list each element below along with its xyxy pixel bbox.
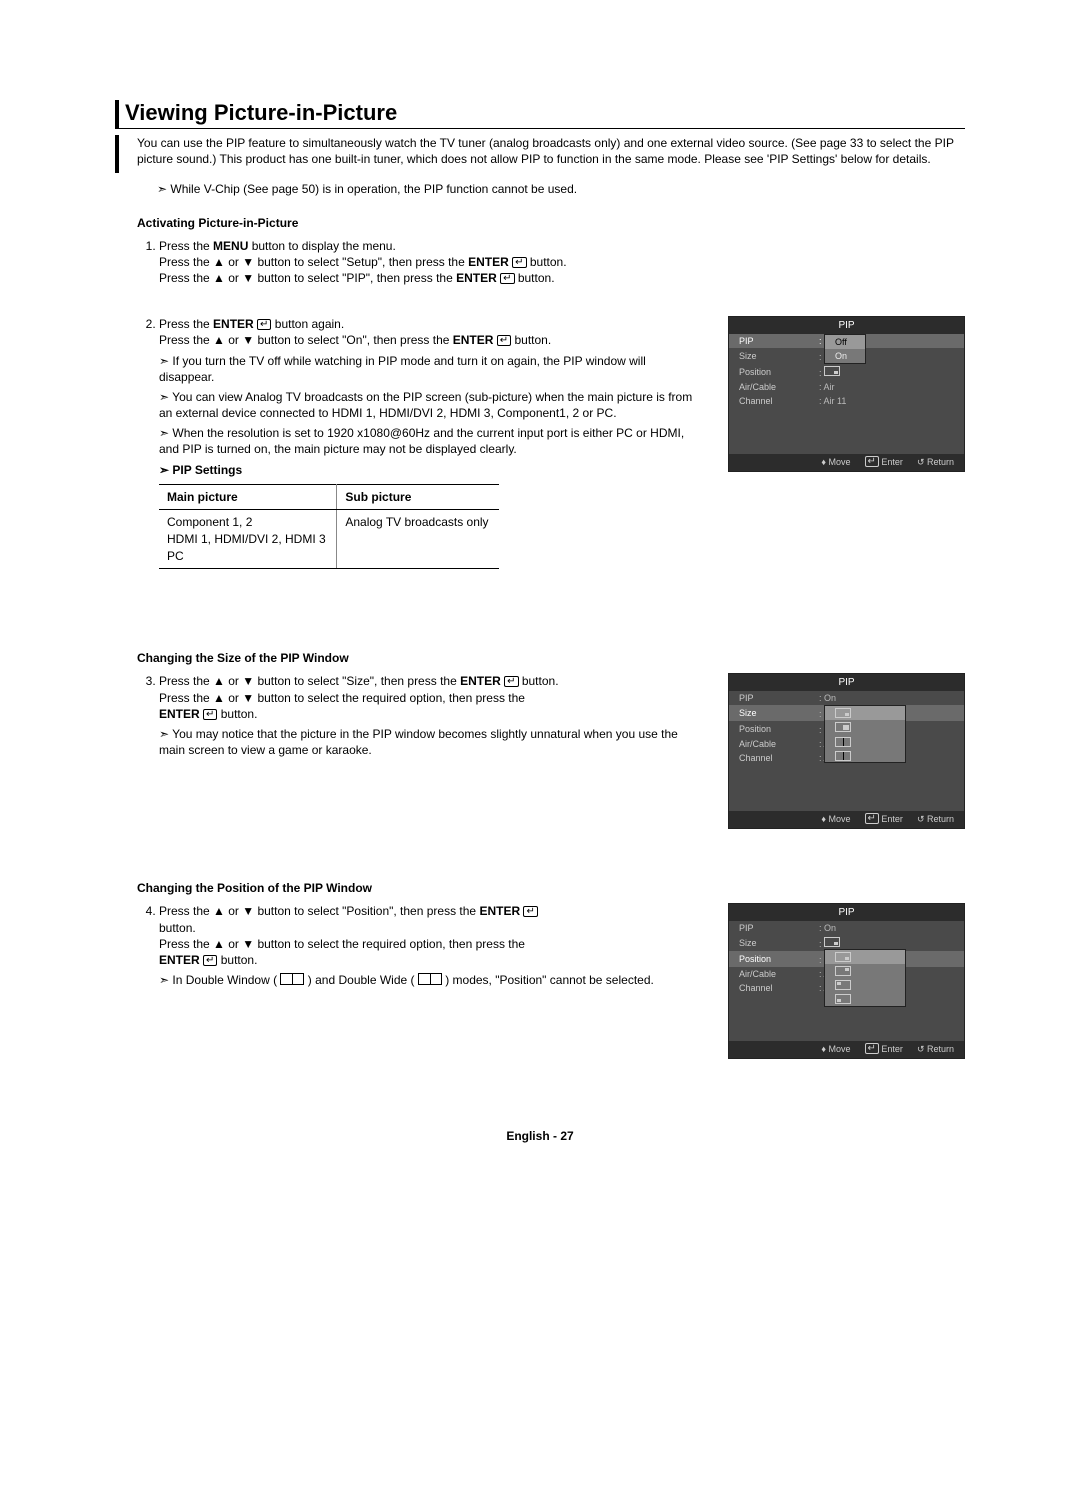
step-4: Press the ▲ or ▼ button to select "Posit… <box>159 903 698 988</box>
enter-icon <box>497 335 511 346</box>
page-title: Viewing Picture-in-Picture <box>125 100 397 126</box>
section-activating: Activating Picture-in-Picture <box>137 216 965 230</box>
double-window-icon <box>280 973 304 985</box>
enter-icon <box>203 709 217 720</box>
step-3: Press the ▲ or ▼ button to select "Size"… <box>159 673 698 758</box>
page-footer: English - 27 <box>115 1129 965 1143</box>
vchip-note: While V-Chip (See page 50) is in operati… <box>157 181 965 197</box>
enter-icon <box>504 676 518 687</box>
osd-pip-onoff: PIP PIP: Off Size: Position: Air/Cable: … <box>728 316 965 472</box>
step-1: Press the MENU button to display the men… <box>159 238 965 287</box>
osd-pip-size: PIP PIP: On Size: Position: Air/Cable: A… <box>728 673 965 829</box>
osd-pip-position: PIP PIP: On Size: Position: Air/Cable: A… <box>728 903 965 1059</box>
enter-icon <box>523 906 537 917</box>
intro-text: You can use the PIP feature to simultane… <box>137 135 965 167</box>
section-position: Changing the Position of the PIP Window <box>137 881 965 895</box>
pip-settings-table: Main picture Sub picture Component 1, 2 … <box>159 484 499 570</box>
enter-icon <box>257 319 271 330</box>
enter-icon <box>500 273 514 284</box>
section-size: Changing the Size of the PIP Window <box>137 651 965 665</box>
step-2: Press the ENTER button again. Press the … <box>159 316 698 569</box>
enter-icon <box>512 257 526 268</box>
double-wide-icon <box>418 973 442 985</box>
enter-icon <box>203 955 217 966</box>
